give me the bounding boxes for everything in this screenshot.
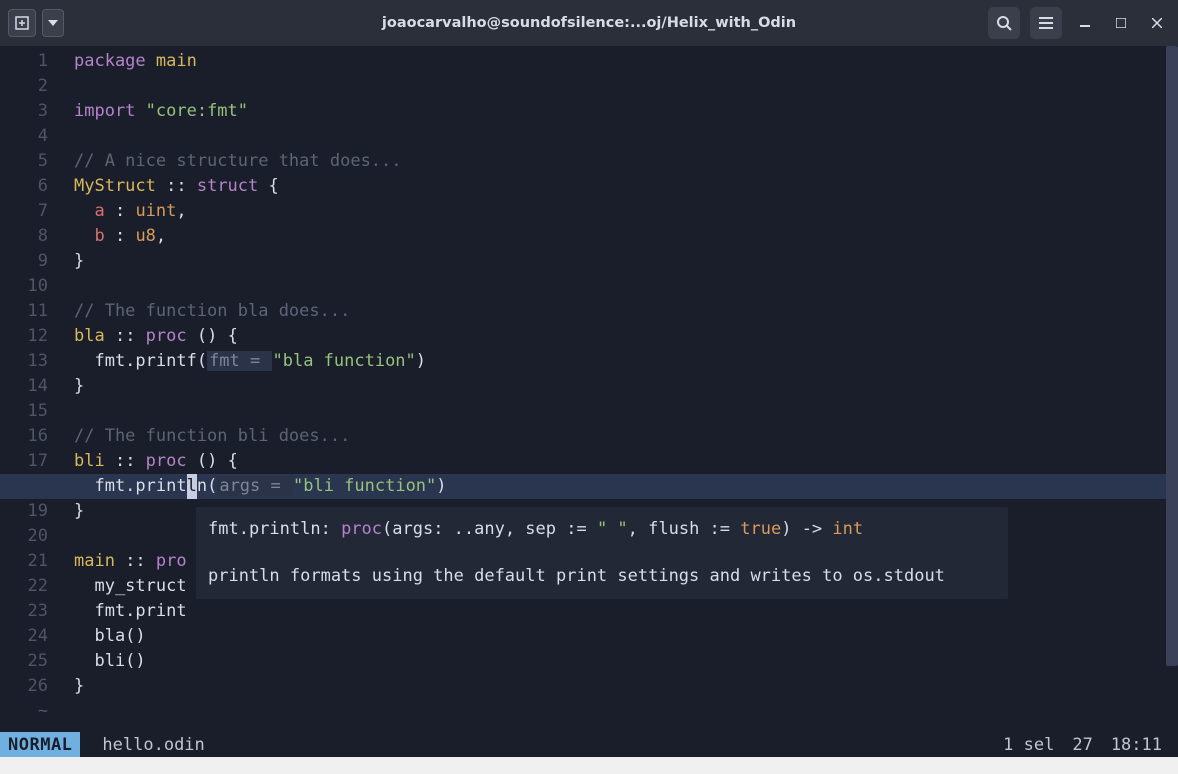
line-number: 16 xyxy=(0,424,60,449)
line-number: 11 xyxy=(0,299,60,324)
gutter-tilde: ~ xyxy=(0,699,60,724)
status-linecount: 27 xyxy=(1072,735,1092,755)
menu-button[interactable] xyxy=(1030,7,1062,39)
code-line[interactable]: bli :: proc () { xyxy=(60,449,1178,474)
code-line[interactable]: // A nice structure that does... xyxy=(60,149,1178,174)
dropdown-button[interactable] xyxy=(42,9,64,37)
code-line[interactable]: fmt.println(args = "bli function") xyxy=(60,474,1178,499)
line-number: 13 xyxy=(0,349,60,374)
terminal-window: joaocarvalho@soundofsilence:...oj/Helix_… xyxy=(0,0,1178,757)
line-number: 2 xyxy=(0,74,60,99)
signature-tooltip: fmt.println: proc(args: ..any, sep := " … xyxy=(196,507,1008,599)
line-number: 4 xyxy=(0,124,60,149)
code-line[interactable]: bli() xyxy=(60,649,1178,674)
line-number: 14 xyxy=(0,374,60,399)
close-button[interactable] xyxy=(1144,10,1170,36)
status-filename: hello.odin xyxy=(80,735,204,755)
line-number: 8 xyxy=(0,224,60,249)
code-line[interactable]: import "core:fmt" xyxy=(60,99,1178,124)
code-line[interactable]: } xyxy=(60,374,1178,399)
maximize-button[interactable] xyxy=(1108,10,1134,36)
code-line[interactable]: // The function bli does... xyxy=(60,424,1178,449)
line-number: 20 xyxy=(0,524,60,549)
line-number: 6 xyxy=(0,174,60,199)
code-line[interactable]: } xyxy=(60,674,1178,699)
code-line[interactable] xyxy=(60,399,1178,424)
code-line[interactable]: b : u8, xyxy=(60,224,1178,249)
status-position: 18:11 xyxy=(1111,735,1162,755)
code-line[interactable]: fmt.print xyxy=(60,599,1178,624)
tooltip-doc: println formats using the default print … xyxy=(208,564,996,589)
code-line[interactable]: bla :: proc () { xyxy=(60,324,1178,349)
code-line[interactable] xyxy=(60,274,1178,299)
search-button[interactable] xyxy=(988,7,1020,39)
line-number: 1 xyxy=(0,49,60,74)
editor-mode: NORMAL xyxy=(0,732,80,757)
code-line[interactable] xyxy=(60,124,1178,149)
tooltip-signature: fmt.println: proc(args: ..any, sep := " … xyxy=(208,517,996,542)
line-number: 17 xyxy=(0,449,60,474)
line-number: 21 xyxy=(0,549,60,574)
code-line[interactable]: bla() xyxy=(60,624,1178,649)
window-title: joaocarvalho@soundofsilence:...oj/Helix_… xyxy=(382,15,796,31)
code-area[interactable]: package main import "core:fmt" // A nice s… xyxy=(60,46,1178,732)
line-number: 25 xyxy=(0,649,60,674)
editor[interactable]: 1234567891011121314151617181920212223242… xyxy=(0,46,1178,732)
code-line[interactable]: fmt.printf(fmt = "bla function") xyxy=(60,349,1178,374)
line-number: 3 xyxy=(0,99,60,124)
minimize-button[interactable] xyxy=(1072,10,1098,36)
titlebar: joaocarvalho@soundofsilence:...oj/Helix_… xyxy=(0,0,1178,46)
line-number: 24 xyxy=(0,624,60,649)
line-number: 7 xyxy=(0,199,60,224)
scrollbar[interactable] xyxy=(1166,46,1178,732)
code-line[interactable]: } xyxy=(60,249,1178,274)
line-number: 9 xyxy=(0,249,60,274)
status-selection: 1 sel xyxy=(1003,735,1054,755)
new-tab-button[interactable] xyxy=(8,9,36,37)
line-number: 15 xyxy=(0,399,60,424)
line-number: 22 xyxy=(0,574,60,599)
code-line[interactable]: a : uint, xyxy=(60,199,1178,224)
scrollbar-thumb[interactable] xyxy=(1166,46,1178,666)
line-number: 5 xyxy=(0,149,60,174)
statusbar: NORMAL hello.odin 1 sel 27 18:11 xyxy=(0,732,1178,757)
code-line[interactable]: package main xyxy=(60,49,1178,74)
line-gutter: 1234567891011121314151617181920212223242… xyxy=(0,46,60,732)
code-line[interactable]: // The function bla does... xyxy=(60,299,1178,324)
line-number: 10 xyxy=(0,274,60,299)
line-number: 26 xyxy=(0,674,60,699)
line-number: 19 xyxy=(0,499,60,524)
code-line[interactable] xyxy=(60,74,1178,99)
line-number: 23 xyxy=(0,599,60,624)
code-line[interactable]: MyStruct :: struct { xyxy=(60,174,1178,199)
line-number: 12 xyxy=(0,324,60,349)
